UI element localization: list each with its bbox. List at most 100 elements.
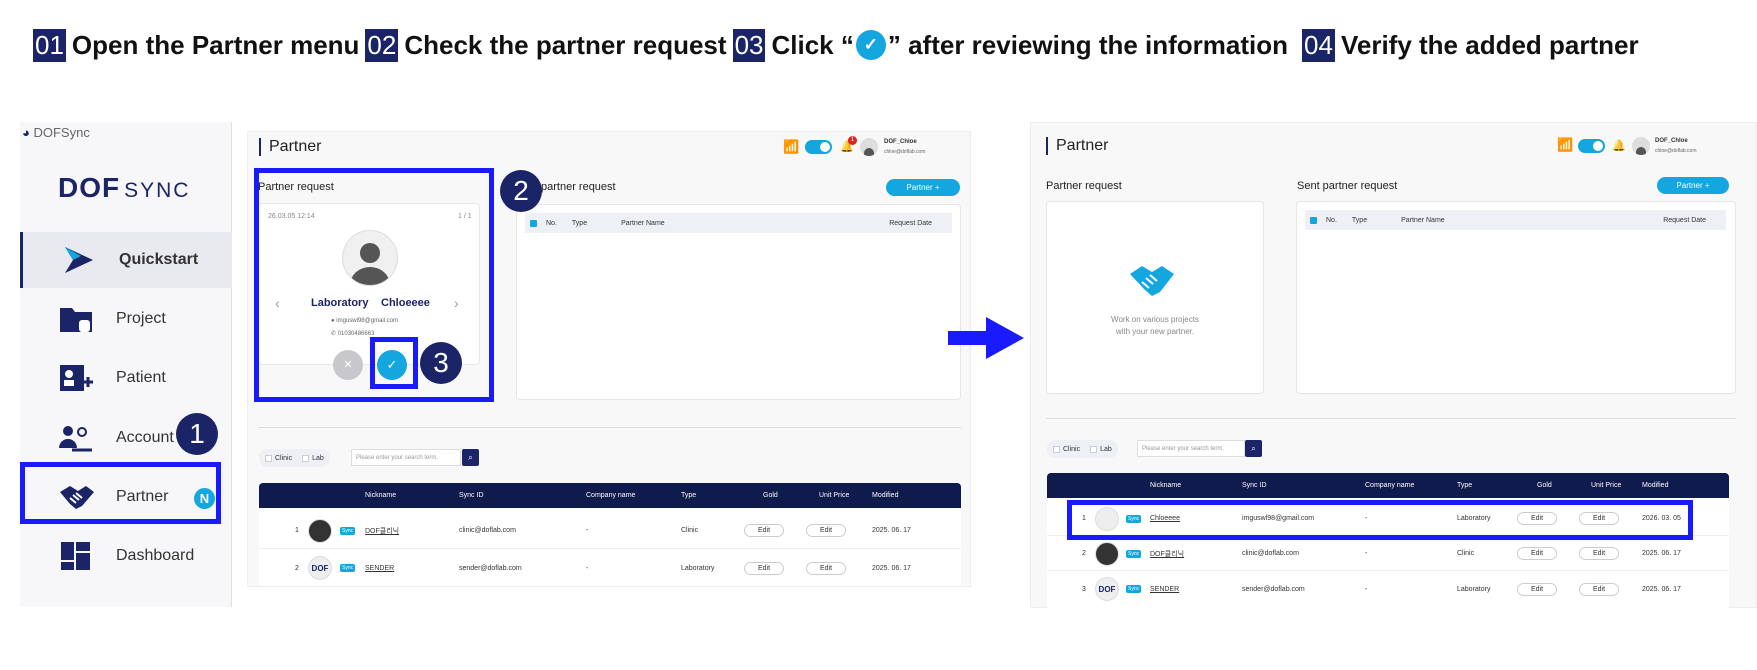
column-header: Company name [1365,482,1415,489]
logo: DOF SYNC [58,172,190,204]
column-header: Partner Name [621,219,665,227]
row-type: Clinic [681,527,699,534]
logo-main: DOF [58,172,121,203]
column-header: Type [1351,216,1368,224]
step-3: 03 Click “✓” after reviewing the informat… [732,28,1288,62]
row-company: - [1365,585,1368,593]
sidebar-item-patient[interactable]: Patient [20,350,232,406]
logo-sub: SYNC [124,179,191,202]
partner-table-header: Nickname Sync ID Company name Type Gold … [259,483,961,508]
highlight-added-partner [1067,500,1693,540]
gold-edit-button[interactable]: Edit [744,524,784,537]
partner-thumb [308,518,332,543]
column-header: Type [681,492,697,499]
gold-edit-button[interactable]: Edit [1517,547,1557,560]
column-header: Gold [763,492,778,499]
user-email: chloe@doflab.com [1655,148,1697,154]
table-row[interactable]: 3 DOF Sync SENDER sender@doflab.com - La… [1047,572,1729,606]
sent-request-title: Sent partner request [1297,180,1398,192]
lab-checkbox[interactable] [1090,445,1098,453]
row-sync-id: sender@doflab.com [459,564,522,572]
wifi-icon: 📶 [783,139,800,154]
step-number: 01 [33,28,66,62]
row-sync-id: sender@doflab.com [1242,585,1305,593]
gold-edit-button[interactable]: Edit [744,561,784,575]
right-arrow-icon [948,317,1024,364]
toggle-switch[interactable] [805,140,832,154]
column-header: Modified [872,492,899,499]
search-button[interactable]: ⌕ [1245,440,1262,457]
column-header: No. [1326,216,1337,224]
empty-message-line: with your new partner. [1115,327,1195,336]
filter-group: Clinic Lab [259,449,330,467]
lab-checkbox[interactable] [302,454,310,462]
sent-request-title: partner request [541,181,616,193]
add-partner-button[interactable]: Partner + [886,179,960,196]
sent-request-header: No. Type Partner Name Request Date [1305,210,1726,230]
check-icon: ✓ [855,30,886,60]
column-header: Nickname [365,492,397,499]
filter-group: Clinic Lab [1047,440,1118,458]
select-all-checkbox[interactable] [1310,216,1317,224]
sync-badge: Sync [340,526,356,535]
row-nickname[interactable]: SENDER [1150,586,1179,593]
row-nickname[interactable]: DOF클리닉 [1150,549,1184,559]
column-header: Type [1457,482,1473,489]
unit-price-edit-button[interactable]: Edit [1579,547,1619,560]
search-icon: ⌕ [1251,444,1256,453]
clinic-checkbox[interactable] [265,454,272,462]
empty-message: Work on various projects with your new pa… [1046,314,1264,338]
step-2: 02 Check the partner request [365,28,727,62]
table-row[interactable]: 2 DOF Sync SENDER sender@doflab.com - La… [259,550,961,586]
partner-thumb [1095,541,1119,566]
step-number: 04 [1302,28,1335,62]
column-header: Type [571,219,588,227]
sidebar-item-project[interactable]: Project [20,291,232,347]
notification-count: 1 [848,136,857,145]
callout-2: 2 [500,170,542,212]
search-input[interactable]: Please enter your search term. [351,449,461,466]
unit-price-edit-button[interactable]: Edit [806,524,846,537]
unit-price-edit-button[interactable]: Edit [806,561,846,575]
row-nickname[interactable]: DOF클리닉 [365,526,399,536]
filter-label: Lab [1100,445,1112,453]
gold-edit-button[interactable]: Edit [1517,582,1557,596]
search-input[interactable]: Please enter your search term. [1137,440,1245,457]
search-button[interactable]: ⌕ [462,449,479,466]
user-avatar[interactable] [860,138,878,156]
filter-label: Clinic [275,454,293,462]
step-number: 02 [365,28,399,62]
sidebar-item-dashboard[interactable]: Dashboard [20,528,232,584]
partner-table-body: 1 Sync DOF클리닉 clinic@doflab.com - Clinic… [259,508,961,586]
row-modified: 2025. 06. 17 [872,527,911,534]
step-text: Open the Partner menu [71,29,360,60]
row-sync-id: clinic@doflab.com [459,527,516,534]
clinic-checkbox[interactable] [1053,445,1060,453]
folder-icon [58,304,94,334]
bell-icon[interactable]: 🔔 [1612,139,1626,152]
step-text-pre: Click “ [771,29,854,60]
column-header: Sync ID [459,492,484,499]
sidebar-item-quickstart[interactable]: Quickstart [20,232,232,288]
highlight-partner-menu [20,462,221,524]
add-partner-button[interactable]: Partner + [1657,177,1729,194]
toggle-switch[interactable] [1578,139,1605,153]
table-row[interactable]: 2 Sync DOF클리닉 clinic@doflab.com - Clinic… [1047,537,1729,571]
column-header: Sync ID [1242,482,1267,489]
unit-price-edit-button[interactable]: Edit [1579,582,1619,596]
select-all-checkbox[interactable] [530,219,537,227]
filter-label: Lab [312,454,324,462]
column-header: Request Date [1663,216,1706,224]
row-no: 3 [1082,585,1086,593]
partner-table-header: Nickname Sync ID Company name Type Gold … [1047,473,1729,498]
user-name: DOF_Chloe [884,139,917,145]
filter-label: Clinic [1063,445,1081,453]
user-avatar[interactable] [1632,137,1650,155]
row-no: 2 [1082,550,1086,557]
column-header: Modified [1642,482,1669,489]
partner-request-title: Partner request [1046,180,1122,192]
step-number: 03 [732,28,766,62]
row-nickname[interactable]: SENDER [365,565,394,572]
partner-thumb: DOF [308,556,332,580]
table-row[interactable]: 1 Sync DOF클리닉 clinic@doflab.com - Clinic… [259,513,961,549]
